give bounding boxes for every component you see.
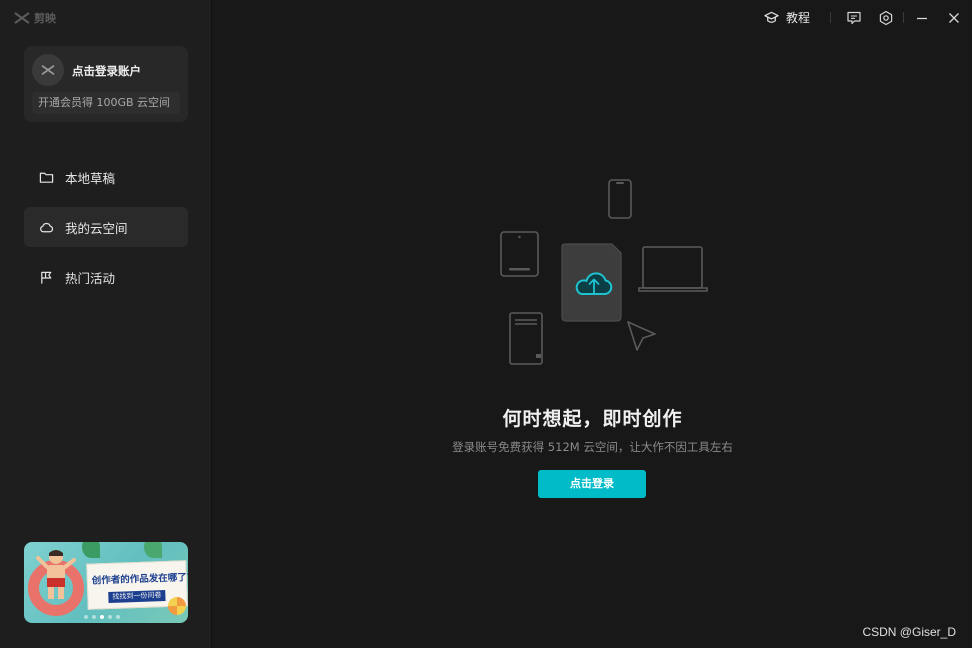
banner-dot-active[interactable] [100,615,104,619]
flag-icon [41,271,52,284]
empty-state-headline: 何时想起，即时创作 [502,408,683,430]
avatar[interactable] [32,54,64,86]
capcut-avatar-icon [41,65,55,75]
app-name: 剪映 [34,12,56,25]
leaf-decoration [82,542,100,558]
banner-pagination [84,615,120,619]
sidebar-item-local-drafts[interactable]: 本地草稿 [24,157,188,197]
desktop-tower-icon [509,312,543,365]
banner-dot[interactable] [92,615,96,619]
banner-dot[interactable] [84,615,88,619]
sidebar-item-label: 我的云空间 [65,220,128,236]
sidebar-item-label: 本地草稿 [65,170,116,186]
person-illustration [36,550,76,599]
banner-title: 创作者的作品发在哪了? [91,572,188,587]
cloud-icon [40,222,54,232]
sidebar-item-cloud-space[interactable]: 我的云空间 [24,207,188,247]
sidebar-item-label: 热门活动 [65,270,116,286]
vip-promo[interactable]: 开通会员得 100GB 云空间 [32,92,180,114]
promo-banner[interactable]: 创作者的作品发在哪了? 找找到一份问卷 [24,542,188,623]
banner-dot[interactable] [108,615,112,619]
banner-tag: 找找到一份问卷 [108,590,166,604]
sidebar: 剪映 点击登录账户 开通会员得 100GB 云空间 本地草稿 我的云空间 热门活… [0,0,212,648]
login-account-label[interactable]: 点击登录账户 [72,63,141,79]
empty-state-subtitle: 登录账号免费获得 512M 云空间，让大作不因工具左右 [452,440,733,454]
cursor-icon [627,321,656,351]
sidebar-nav: 本地草稿 我的云空间 热门活动 [24,157,188,307]
login-button[interactable]: 点击登录 [538,470,646,498]
phone-icon [608,179,632,219]
devices-illustration [500,179,708,365]
banner-dot[interactable] [116,615,120,619]
laptop-icon [638,246,708,292]
tablet-icon [500,231,539,277]
folder-icon [39,172,54,183]
app-logo: 剪映 [14,10,56,26]
cloud-file-card [561,243,622,322]
account-card[interactable]: 点击登录账户 开通会员得 100GB 云空间 [24,46,188,122]
watermark: CSDN @Giser_D [862,625,956,639]
capcut-logo-icon [14,12,30,24]
cloud-space-empty-state: 何时想起，即时创作 登录账号免费获得 512M 云空间，让大作不因工具左右 点击… [213,0,972,648]
leaf-decoration [144,542,162,558]
umbrella-decoration [168,597,186,615]
sidebar-item-hot-events[interactable]: 热门活动 [24,257,188,297]
